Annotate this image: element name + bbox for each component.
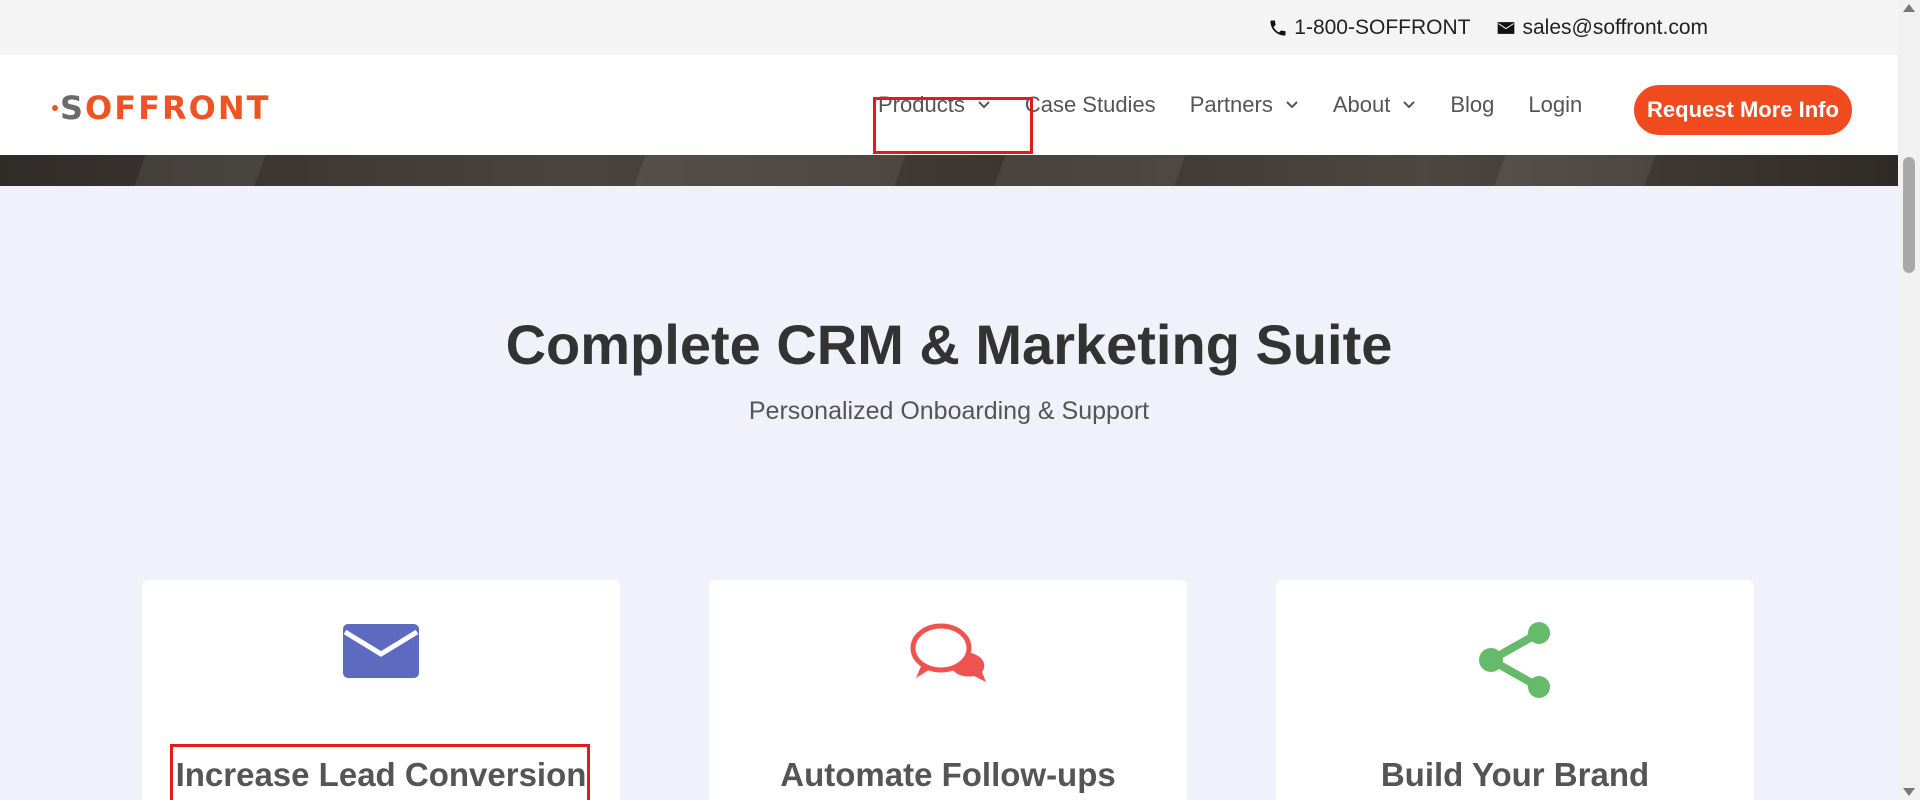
feature-card-automate-followups: Automate Follow-ups	[709, 580, 1187, 800]
lead-conversion-highlight-box	[170, 744, 590, 800]
logo-wordmark: OFFRONT	[85, 89, 271, 127]
share-icon	[1479, 622, 1550, 698]
nav-item-about[interactable]: About	[1333, 92, 1417, 118]
page-subtitle: Personalized Onboarding & Support	[748, 397, 1150, 425]
hero-image-strip	[0, 155, 1898, 186]
page-title: Complete CRM & Marketing Suite	[505, 313, 1393, 376]
nav-label-case-studies: Case Studies	[1024, 92, 1156, 117]
chevron-down-icon	[1403, 101, 1416, 109]
nav-item-blog[interactable]: Blog	[1450, 92, 1494, 118]
scroll-up-icon[interactable]	[1903, 4, 1915, 12]
phone-contact[interactable]: 1-800-SOFFRONT	[1268, 16, 1470, 40]
chevron-down-icon	[1286, 101, 1298, 109]
logo-letter-s: S	[60, 89, 86, 127]
nav-item-case-studies[interactable]: Case Studies	[1025, 92, 1156, 118]
scroll-down-icon[interactable]	[1903, 788, 1915, 796]
envelope-icon	[343, 624, 419, 678]
nav-label-partners: Partners	[1189, 92, 1273, 117]
request-more-info-button[interactable]: Request More Info	[1634, 85, 1852, 135]
soffront-logo[interactable]: S OFFRONT	[52, 89, 270, 127]
phone-number[interactable]: 1-800-SOFFRONT	[1294, 16, 1470, 40]
nav-label-about: About	[1332, 92, 1391, 117]
page-scrollbar[interactable]	[1898, 0, 1920, 800]
logo-dot	[52, 105, 58, 111]
scrollbar-thumb[interactable]	[1903, 157, 1915, 273]
email-address[interactable]: sales@soffront.com	[1522, 16, 1708, 40]
nav-label-login: Login	[1528, 92, 1583, 117]
nav-item-partners[interactable]: Partners	[1190, 92, 1299, 118]
nav-label-blog: Blog	[1450, 92, 1495, 117]
feature-title: Build Your Brand	[1380, 756, 1650, 793]
chat-bubbles-icon	[910, 623, 986, 682]
feature-title: Automate Follow-ups	[780, 756, 1116, 793]
envelope-icon	[1498, 21, 1515, 34]
feature-card-build-brand: Build Your Brand	[1276, 580, 1754, 800]
phone-icon	[1270, 20, 1286, 35]
email-contact[interactable]: sales@soffront.com	[1496, 16, 1708, 40]
top-contact-bar: 1-800-SOFFRONT sales@soffront.com	[0, 0, 1898, 55]
products-highlight-box	[873, 97, 1033, 154]
nav-item-login[interactable]: Login	[1528, 92, 1582, 118]
